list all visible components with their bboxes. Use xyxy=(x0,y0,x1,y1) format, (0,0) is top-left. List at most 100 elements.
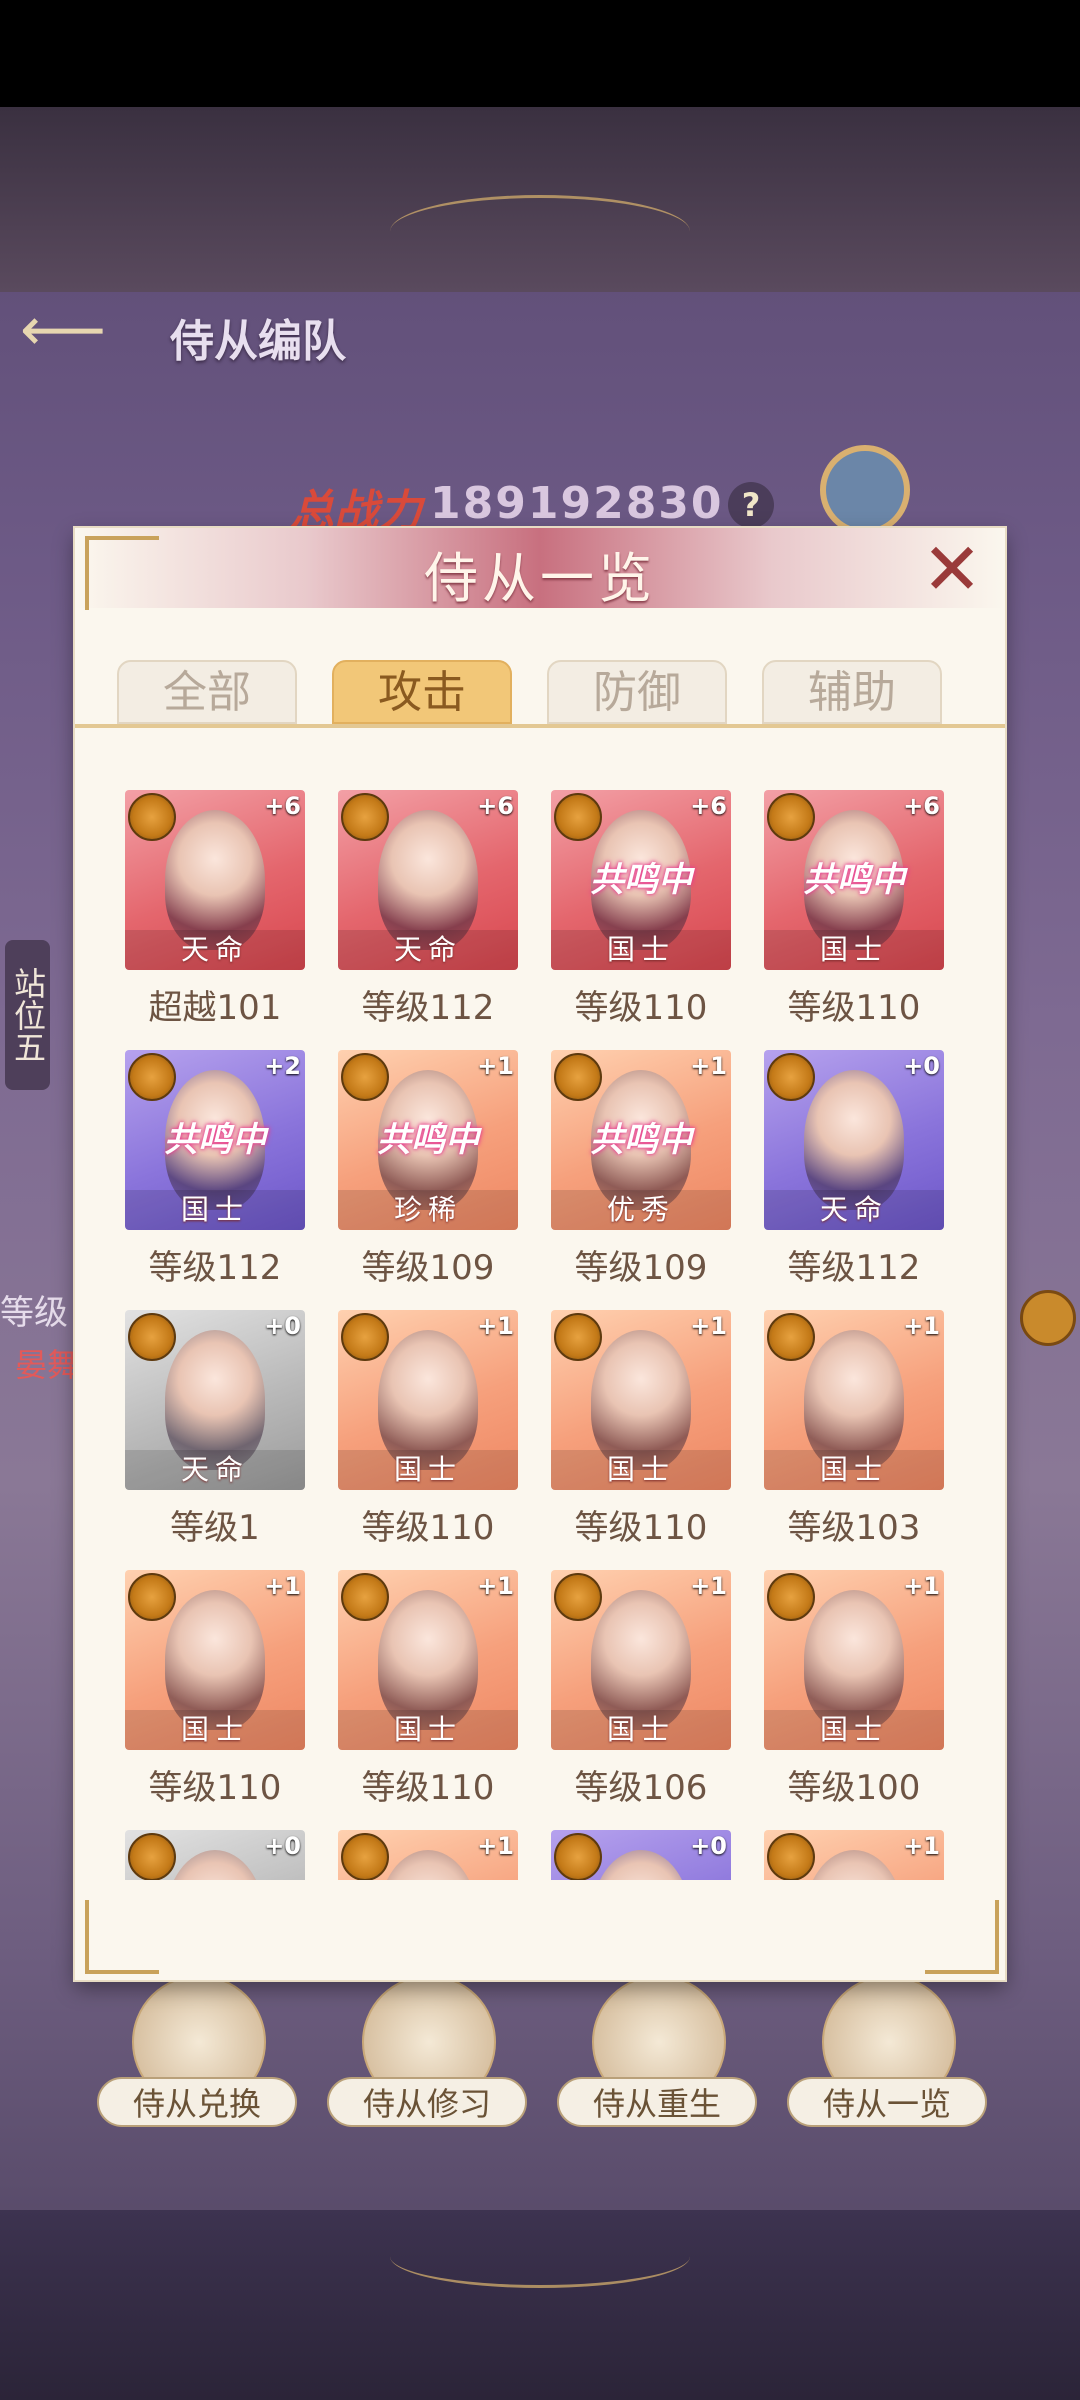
nav-exchange[interactable]: 侍从兑换 xyxy=(97,1975,297,2127)
medal-icon xyxy=(554,1833,602,1880)
enhance-level: +1 xyxy=(690,1052,727,1080)
level-label: 等级110 xyxy=(787,988,921,1028)
character-figure xyxy=(165,810,265,950)
tab-all[interactable]: 全部 xyxy=(117,660,297,724)
character-figure xyxy=(804,1590,904,1730)
attendant-card[interactable]: +1 共鸣中 珍稀 等级109 xyxy=(338,1050,518,1298)
attendant-portrait: +1 国士 xyxy=(338,1310,518,1490)
attendant-card[interactable]: +1 国士 等级110 xyxy=(338,1310,518,1558)
help-icon[interactable]: ? xyxy=(728,482,774,528)
rank-label: 优秀 xyxy=(551,1190,731,1230)
attendant-card[interactable]: +6 天命 等级112 xyxy=(338,790,518,1038)
attendant-overview-dialog: 侍从一览 ✕ 全部 攻击 防御 辅助 +6 天命 超越101 +6 天命 等级112 +6 共… xyxy=(75,528,1005,1980)
level-label: 等级103 xyxy=(787,1508,921,1548)
nav-study-label: 侍从修习 xyxy=(327,2077,527,2127)
enhance-level: +1 xyxy=(690,1572,727,1600)
character-figure xyxy=(378,810,478,950)
attendant-card[interactable]: +6 天命超越101 xyxy=(125,790,305,1038)
enhance-level: +1 xyxy=(903,1832,940,1860)
rank-label: 国士 xyxy=(338,1710,518,1750)
tab-attack[interactable]: 攻击 xyxy=(332,660,512,724)
attendant-card[interactable]: +1 国士 等级106 xyxy=(551,1570,731,1818)
compass-icon[interactable] xyxy=(820,445,910,535)
top-ornament xyxy=(390,195,690,268)
rank-label: 国士 xyxy=(125,1190,305,1230)
attendant-card[interactable]: +1 国士等级110 xyxy=(338,1570,518,1818)
attendant-portrait: +1 共鸣中 珍稀 xyxy=(338,1050,518,1230)
enhance-level: +0 xyxy=(690,1832,727,1860)
enhance-level: +6 xyxy=(903,792,940,820)
attendant-card[interactable]: +0 xyxy=(125,1830,305,1880)
rank-label: 珍稀 xyxy=(338,1190,518,1230)
level-label: 等级112 xyxy=(361,988,495,1028)
level-label: 超越101 xyxy=(148,988,282,1028)
rank-label: 国士 xyxy=(551,1710,731,1750)
nav-study[interactable]: 侍从修习 xyxy=(327,1975,527,2127)
medal-icon xyxy=(128,1053,176,1101)
medal-icon xyxy=(128,1573,176,1621)
character-figure xyxy=(378,1330,478,1470)
attendant-card[interactable]: +0 xyxy=(551,1830,731,1880)
nav-rebirth[interactable]: 侍从重生 xyxy=(557,1975,757,2127)
rank-label: 国士 xyxy=(551,930,731,970)
side-level-label: 等级1 xyxy=(0,1293,70,1333)
nav-rebirth-label: 侍从重生 xyxy=(557,2077,757,2127)
rank-label: 国士 xyxy=(338,1450,518,1490)
attendant-card[interactable]: +1 国士 等级110 xyxy=(125,1570,305,1818)
medal-icon xyxy=(767,1313,815,1361)
attendant-portrait: +1 国士 xyxy=(764,1310,944,1490)
character-figure xyxy=(804,1330,904,1470)
rank-label: 天命 xyxy=(125,1450,305,1490)
enhance-level: +6 xyxy=(690,792,727,820)
medal-icon xyxy=(554,1573,602,1621)
character-figure xyxy=(165,1590,265,1730)
character-figure xyxy=(804,1070,904,1210)
character-figure xyxy=(165,1850,265,1880)
enhance-level: +0 xyxy=(903,1052,940,1080)
back-arrow-icon[interactable]: ⟵ xyxy=(20,300,106,360)
level-label: 等级112 xyxy=(787,1248,921,1288)
medal-icon xyxy=(767,1833,815,1880)
rank-label: 天命 xyxy=(764,1190,944,1230)
rank-label: 天命 xyxy=(125,930,305,970)
attendant-card[interactable]: +2 共鸣中 国士 等级112 xyxy=(125,1050,305,1298)
enhance-level: +1 xyxy=(477,1052,514,1080)
attendant-card[interactable]: +1 国士 等级100 xyxy=(764,1570,944,1818)
attendant-card[interactable]: +1 国士等级103 xyxy=(764,1310,944,1558)
attendant-portrait: +0 天命 xyxy=(125,1310,305,1490)
side-position-label: 站位五 xyxy=(5,940,50,1090)
rank-label: 国士 xyxy=(125,1710,305,1750)
attendant-card[interactable]: +1 共鸣中 优秀 等级109 xyxy=(551,1050,731,1298)
tab-support[interactable]: 辅助 xyxy=(762,660,942,724)
rank-label: 国士 xyxy=(551,1450,731,1490)
attendant-portrait: +1 国士 xyxy=(125,1570,305,1750)
level-label: 等级110 xyxy=(361,1768,495,1808)
attendant-card[interactable]: +6 共鸣中 国士 等级110 xyxy=(551,790,731,1038)
dialog-title: 侍从一览 xyxy=(424,547,656,610)
enhance-level: +1 xyxy=(477,1572,514,1600)
attendant-card[interactable]: +6 共鸣中 国士 等级110 xyxy=(764,790,944,1038)
attendant-grid: +6 天命 超越101 +6 天命 等级112 +6 共鸣中 国士 等级110 +6 共鸣中 国士 等级1… xyxy=(125,790,965,1880)
attendant-card[interactable]: +0 天命 等级1 xyxy=(125,1310,305,1558)
resonance-label: 共鸣中 xyxy=(164,1120,266,1160)
medal-icon xyxy=(341,1313,389,1361)
tab-defense[interactable]: 防御 xyxy=(547,660,727,724)
close-button[interactable]: ✕ xyxy=(917,533,987,605)
medal-icon xyxy=(554,1313,602,1361)
attendant-card[interactable]: +0 天命等级112 xyxy=(764,1050,944,1298)
character-figure xyxy=(378,1850,478,1880)
attendant-portrait: +0 xyxy=(125,1830,305,1880)
enhance-level: +6 xyxy=(477,792,514,820)
attendant-card[interactable]: +1 国士 等级110 xyxy=(551,1310,731,1558)
attendant-portrait: +1 国士 xyxy=(338,1570,518,1750)
medal-icon xyxy=(128,1313,176,1361)
resonance-label: 共鸣中 xyxy=(590,860,692,900)
attendant-portrait: +1 国士 xyxy=(551,1570,731,1750)
attendant-card[interactable]: +1 xyxy=(764,1830,944,1880)
attendant-portrait: +6 天命 xyxy=(125,790,305,970)
total-power-value: 189192830 xyxy=(430,478,724,529)
enhance-level: +1 xyxy=(903,1312,940,1340)
attendant-card[interactable]: +1 xyxy=(338,1830,518,1880)
nav-overview[interactable]: 侍从一览 xyxy=(787,1975,987,2127)
medal-icon xyxy=(767,1053,815,1101)
